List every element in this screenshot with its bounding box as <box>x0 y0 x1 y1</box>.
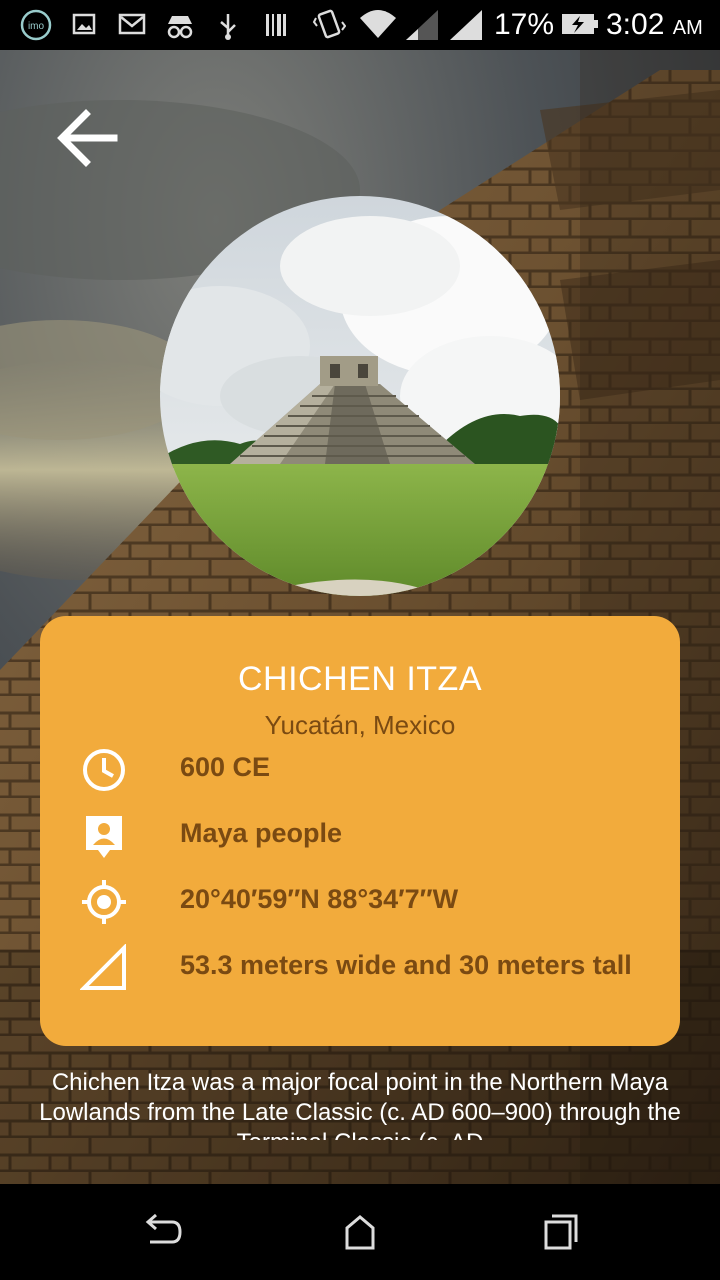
detail-text: 53.3 meters wide and 30 meters tall <box>180 950 632 980</box>
recents-nav-icon[interactable] <box>534 1212 584 1252</box>
place-name: CHICHEN ITZA <box>238 660 482 698</box>
usb-icon <box>220 14 236 40</box>
navigation-bar <box>0 1184 720 1280</box>
home-nav-icon[interactable] <box>335 1212 385 1252</box>
person-badge-icon <box>86 816 122 858</box>
status-bar: imo 17% 3:02 AM <box>0 0 720 50</box>
svg-text:imo: imo <box>28 21 45 32</box>
wifi-icon <box>360 10 396 38</box>
barcode-icon <box>266 14 286 36</box>
battery-percent: 17% <box>494 8 555 41</box>
arrow-left-icon <box>57 109 118 167</box>
clock-icon <box>83 749 125 791</box>
detail-dimensions: 53.3 meters wide and 30 meters tall <box>80 942 660 992</box>
detail-text: 600 CE <box>180 752 271 782</box>
back-nav-icon[interactable] <box>136 1212 186 1252</box>
info-card: CHICHEN ITZA Yucatán, Mexico 600 CE Maya… <box>40 616 680 1046</box>
signal-icon <box>450 10 482 40</box>
triangle-ruler-icon <box>80 944 126 990</box>
detail-text: Maya people <box>180 818 343 848</box>
mail-icon <box>118 13 146 35</box>
place-description: Chichen Itza was a major focal point in … <box>39 1069 681 1140</box>
detail-date: 600 CE <box>80 744 660 794</box>
detail-text: 20°40′59″N 88°34′7″W <box>180 884 459 914</box>
gps-target-icon <box>82 880 126 924</box>
back-button[interactable] <box>50 100 130 180</box>
place-location: Yucatán, Mexico <box>264 710 456 740</box>
clock-time: 3:02 AM <box>606 8 703 41</box>
battery-charging-icon <box>562 14 598 34</box>
place-photo <box>160 196 560 596</box>
signal-icon <box>406 10 438 40</box>
detail-coordinates: 20°40′59″N 88°34′7″W <box>80 876 660 926</box>
incognito-icon <box>167 16 193 39</box>
detail-builders: Maya people <box>80 810 660 860</box>
imo-icon: imo <box>20 9 52 41</box>
vibrate-icon <box>312 9 346 39</box>
image-icon <box>72 13 96 35</box>
